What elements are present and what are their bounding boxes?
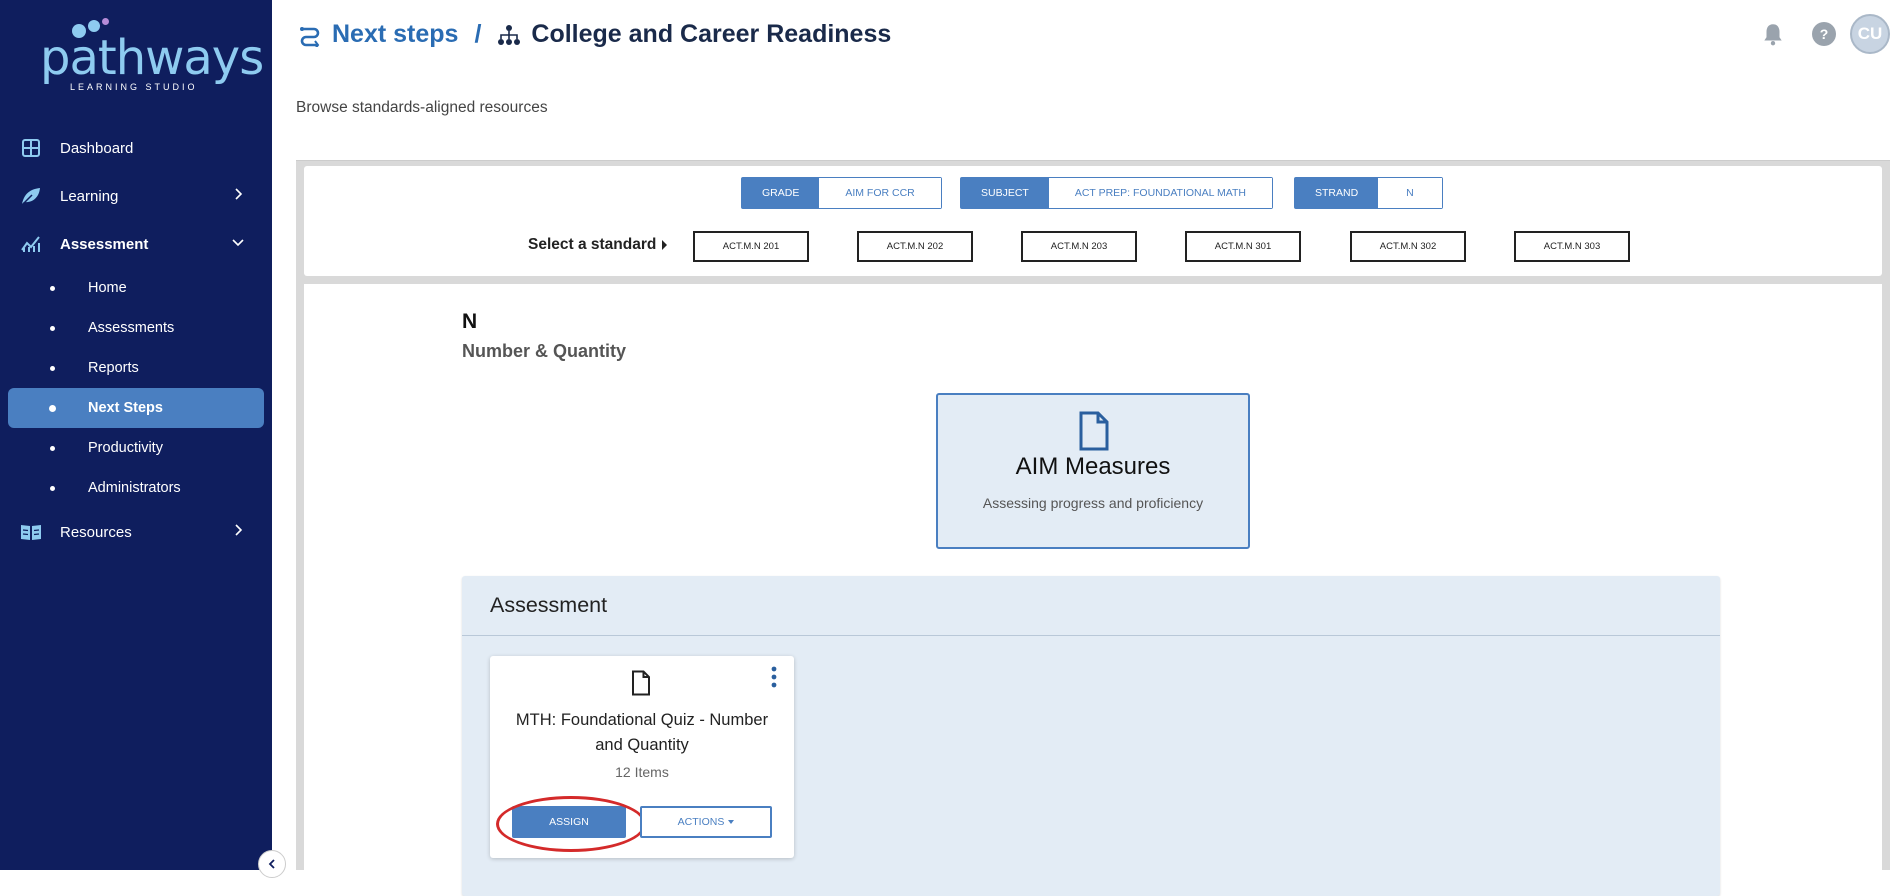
content-frame: GRADE AIM FOR CCR SUBJECT ACT PREP: FOUN… [296,160,1890,896]
document-icon [1079,411,1109,451]
bullet-dot [49,405,56,412]
sidebar-subitem-label: Productivity [88,440,163,456]
select-standard-text: Select a standard [528,236,657,253]
dashboard-grid-icon [22,139,40,157]
hierarchy-icon [498,24,521,45]
quiz-card: MTH: Foundational Quiz - Number and Quan… [490,656,794,858]
sidebar-item-label: Dashboard [60,139,134,157]
grade-filter[interactable]: GRADE AIM FOR CCR [741,177,942,209]
breadcrumb-next-steps[interactable]: Next steps [298,20,458,49]
sidebar-item-label: Assessment [60,235,149,253]
document-icon [632,670,650,696]
breadcrumb-next-steps-label: Next steps [332,20,459,48]
bullet-dot [50,486,55,491]
sidebar: pathways LEARNING STUDIO Dashboard Learn… [0,0,272,870]
assessment-panel: Assessment MTH: Foundational Quiz - Numb… [462,576,1720,896]
strand-content-card: N Number & Quantity AIM Measures Assessi… [304,284,1882,896]
sidebar-subitem-label: Next Steps [88,400,163,416]
assessment-heading: Assessment [462,576,1720,636]
help-icon[interactable]: ? [1812,22,1836,46]
strand-filter[interactable]: STRAND N [1294,177,1443,209]
bullet-dot [50,326,55,331]
grade-filter-key: GRADE [742,178,820,208]
chevron-left-icon [268,859,275,869]
leaf-icon [21,188,40,206]
standard-button[interactable]: ACT.M.N 303 [1514,231,1630,262]
sidebar-subitem-label: Administrators [88,480,181,496]
strand-filter-key: STRAND [1295,178,1379,208]
standard-button[interactable]: ACT.M.N 302 [1350,231,1466,262]
caret-right-icon [662,240,668,250]
breadcrumb: Next steps / College and Career Readines… [298,20,891,49]
sidebar-subitem-reports[interactable]: Reports [8,348,264,388]
page-title: College and Career Readiness [531,20,892,48]
sidebar-collapse-button[interactable] [258,850,286,878]
sidebar-subitem-assessments[interactable]: Assessments [8,308,264,348]
bullet-dot [50,366,55,371]
sidebar-subitem-administrators[interactable]: Administrators [8,468,264,508]
strand-name: Number & Quantity [462,341,627,361]
sidebar-subitem-label: Reports [88,360,139,376]
page-subtitle: Browse standards-aligned resources [296,99,548,116]
sidebar-item-label: Resources [60,523,132,541]
sidebar-item-dashboard[interactable]: Dashboard [0,124,272,172]
sidebar-subitem-next-steps[interactable]: Next Steps [8,388,264,428]
filter-card: GRADE AIM FOR CCR SUBJECT ACT PREP: FOUN… [304,166,1882,276]
grade-filter-value: AIM FOR CCR [819,178,941,208]
standard-button[interactable]: ACT.M.N 201 [693,231,809,262]
standard-button[interactable]: ACT.M.N 203 [1021,231,1137,262]
logo-wordmark: pathways [40,30,264,86]
bullet-dot [50,446,55,451]
header-actions: ? CU [1760,14,1890,54]
logo-subtext: LEARNING STUDIO [70,82,198,92]
bullet-dot [50,286,55,291]
top-header: Next steps / College and Career Readines… [272,0,1902,72]
breadcrumb-current: College and Career Readiness [497,20,891,49]
chevron-down-icon [232,239,244,247]
chevron-right-icon [235,524,243,536]
avatar[interactable]: CU [1850,14,1890,54]
standard-button[interactable]: ACT.M.N 301 [1185,231,1301,262]
quiz-item-count: 12 Items [615,764,669,780]
sidebar-item-resources[interactable]: Resources [0,508,272,556]
actions-dropdown-button[interactable]: ACTIONS [640,806,772,838]
bell-icon[interactable] [1760,21,1786,47]
subject-filter-value: ACT PREP: FOUNDATIONAL MATH [1048,178,1272,208]
actions-label: ACTIONS [677,816,725,828]
aim-measures-card[interactable]: AIM Measures Assessing progress and prof… [936,393,1250,549]
breadcrumb-separator: / [474,20,482,48]
caret-down-icon [728,820,735,824]
chart-line-icon [21,236,40,252]
sidebar-subitem-label: Home [88,280,127,296]
sidebar-nav: Dashboard Learning Assessment Home Asses… [0,124,272,556]
sidebar-subitem-productivity[interactable]: Productivity [8,428,264,468]
sidebar-item-assessment[interactable]: Assessment [0,220,272,268]
subject-filter[interactable]: SUBJECT ACT PREP: FOUNDATIONAL MATH [960,177,1273,209]
sidebar-item-label: Learning [60,187,119,205]
aim-measures-title: AIM Measures [1015,453,1171,480]
sidebar-subitem-label: Assessments [88,320,175,336]
sidebar-item-learning[interactable]: Learning [0,172,272,220]
kebab-menu-icon[interactable] [770,666,778,688]
strand-filter-value: N [1378,178,1442,208]
assign-button[interactable]: ASSIGN [512,806,626,838]
quiz-title: MTH: Foundational Quiz - Number and Quan… [515,711,769,754]
aim-measures-subtitle: Assessing progress and proficiency [982,495,1204,511]
book-open-icon [21,525,41,540]
chevron-right-icon [235,188,243,200]
subject-filter-key: SUBJECT [961,178,1049,208]
route-icon [300,26,320,47]
pathways-logo[interactable]: pathways LEARNING STUDIO [34,12,264,92]
strand-code: N [462,310,478,333]
standard-button[interactable]: ACT.M.N 202 [857,231,973,262]
select-standard-label: Select a standard [528,236,668,254]
sidebar-subitem-home[interactable]: Home [8,268,264,308]
